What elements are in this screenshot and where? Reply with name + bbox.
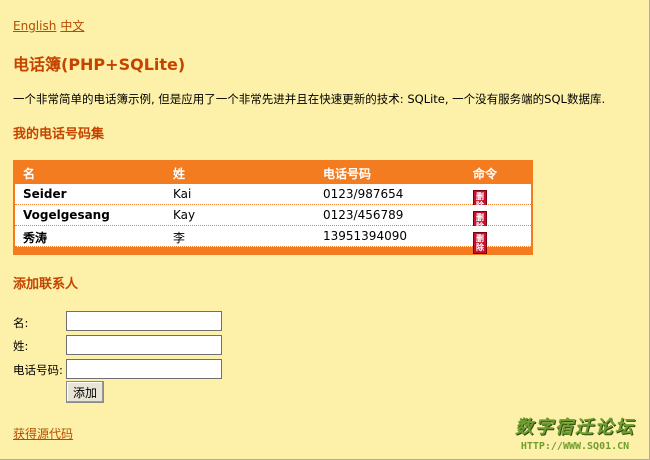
watermark-title: 数字宿迁论坛: [515, 417, 635, 438]
table-row: Seider Kai 0123/987654 删除: [15, 184, 531, 212]
get-source-link[interactable]: 获得源代码: [13, 425, 73, 442]
language-links: English 中文: [13, 17, 84, 34]
intro-text: 一个非常简单的电话簿示例, 但是应用了一个非常先进并且在快速更新的技术: SQL…: [13, 92, 606, 106]
cell-phone: 0123/456789: [323, 208, 404, 222]
first-name-input[interactable]: [66, 311, 222, 331]
english-link[interactable]: English: [13, 19, 56, 33]
phone-label: 电话号码:: [13, 363, 63, 377]
column-header-last: 姓: [173, 167, 186, 181]
cell-phone: 13951394090: [323, 229, 407, 243]
last-name-label: 姓:: [13, 339, 29, 353]
chinese-link[interactable]: 中文: [60, 19, 84, 33]
column-header-first: 名: [23, 167, 36, 181]
phonebook-table: 名 姓 电话号码 命令 Seider Kai 0123/987654 删除 Vo…: [13, 160, 533, 255]
table-row: 秀涛 李 13951394090 删除: [15, 226, 531, 254]
column-header-phone: 电话号码: [323, 167, 372, 181]
add-button[interactable]: 添加: [66, 381, 104, 403]
cell-last: Kai: [173, 187, 192, 201]
cell-first: Vogelgesang: [23, 208, 110, 222]
first-name-label: 名:: [13, 316, 29, 330]
watermark-logo: 数字宿迁论坛 HTTP://WWW.SQ01.CN: [515, 413, 635, 452]
delete-button[interactable]: 删除: [473, 232, 487, 254]
table-header: 名 姓 电话号码 命令: [13, 160, 533, 184]
cell-first: 秀涛: [23, 231, 48, 245]
phone-input[interactable]: [66, 359, 222, 379]
watermark-url: HTTP://WWW.SQ01.CN: [520, 441, 630, 452]
table-row: Vogelgesang Kay 0123/456789 删除: [15, 205, 531, 233]
cell-first: Seider: [23, 187, 67, 201]
add-contact-heading: 添加联系人: [13, 277, 79, 292]
phonebook-heading: 我的电话号码集: [13, 127, 105, 142]
cell-last: Kay: [173, 208, 196, 222]
column-header-command: 命令: [473, 167, 498, 181]
last-name-input[interactable]: [66, 335, 222, 355]
cell-last: 李: [173, 231, 186, 245]
cell-phone: 0123/987654: [323, 187, 404, 201]
page-title: 电话簿(PHP+SQLite): [13, 55, 186, 74]
